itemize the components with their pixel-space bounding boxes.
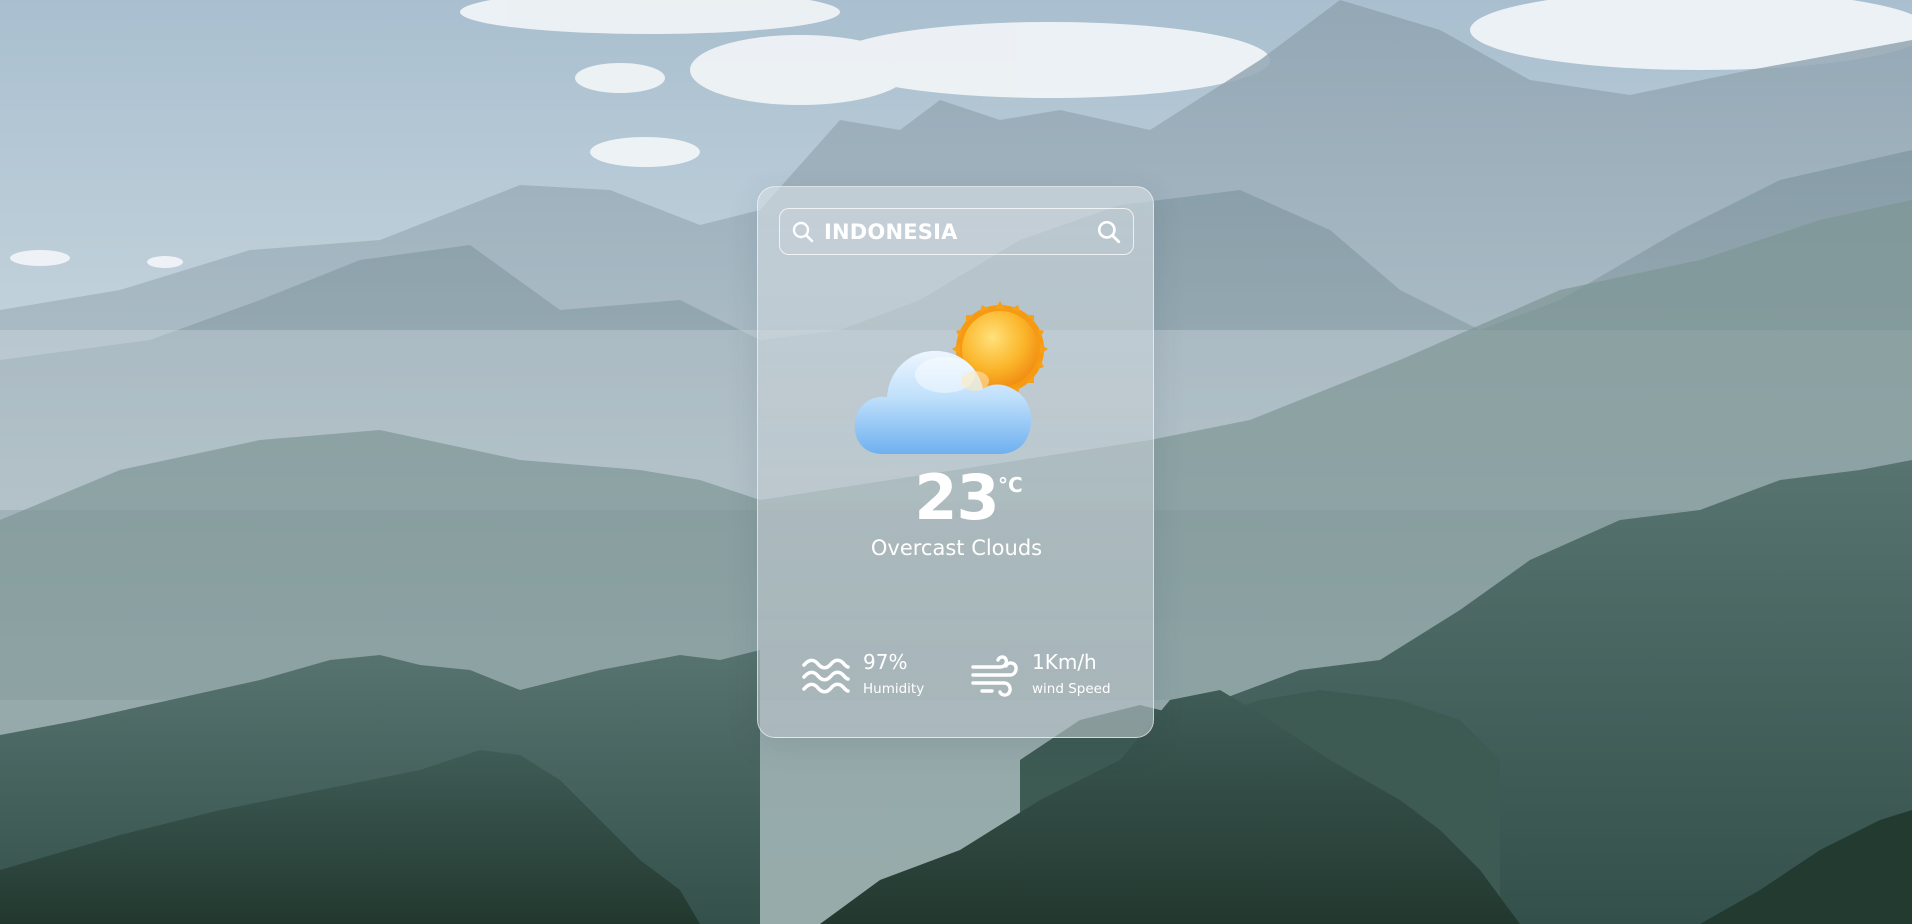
partly-cloudy-sun-icon: [854, 301, 1048, 454]
wind-speed-label: wind Speed: [1032, 681, 1111, 697]
search-icon: [1097, 220, 1121, 244]
app-background: 23 °C Overcast Clouds 97% Humidity: [0, 0, 1912, 924]
weather-card: 23 °C Overcast Clouds 97% Humidity: [757, 186, 1154, 738]
wind-detail: 1Km/h wind Speed: [970, 649, 1140, 709]
wind-icon: [971, 655, 1018, 697]
waves-icon: [802, 658, 850, 694]
search-box[interactable]: [779, 208, 1134, 255]
search-button[interactable]: [1096, 219, 1122, 245]
humidity-detail: 97% Humidity: [801, 649, 951, 709]
wind-speed-value: 1Km/h: [1032, 650, 1097, 674]
search-icon: [792, 221, 814, 243]
weather-description: Overcast Clouds: [870, 536, 1043, 560]
humidity-value: 97%: [863, 650, 908, 674]
humidity-label: Humidity: [863, 681, 925, 697]
temperature-display: 23 °C: [758, 463, 1155, 533]
temperature-value: 23: [914, 461, 999, 534]
temperature-unit: °C: [998, 473, 1023, 497]
search-input[interactable]: [824, 215, 1074, 249]
